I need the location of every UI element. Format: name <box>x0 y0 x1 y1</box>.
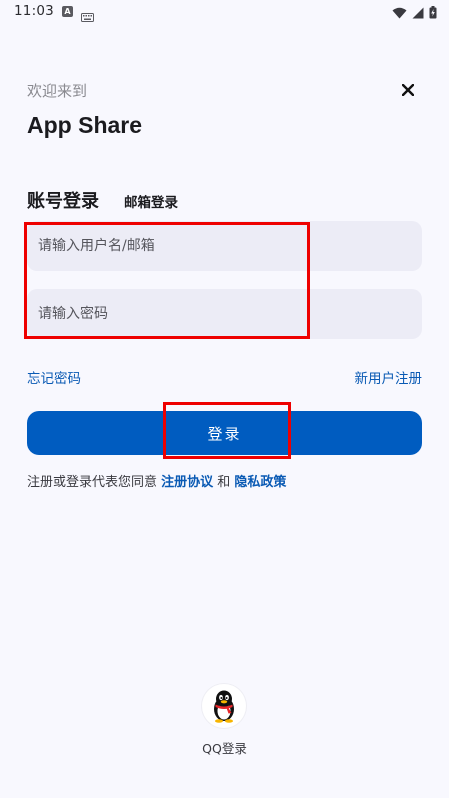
qq-login-button[interactable] <box>202 684 246 728</box>
tab-account-login[interactable]: 账号登录 <box>27 187 99 213</box>
battery-charging-icon <box>429 4 437 23</box>
username-input[interactable] <box>27 221 422 271</box>
forgot-password-link[interactable]: 忘记密码 <box>27 367 81 387</box>
keyboard-icon <box>81 7 94 26</box>
agreement-and: 和 <box>213 475 235 490</box>
cell-signal-icon <box>412 4 424 23</box>
status-indicators <box>392 4 437 23</box>
status-time: 11:03 <box>14 3 54 19</box>
agreement-prefix: 注册或登录代表您同意 <box>27 475 162 490</box>
login-button[interactable]: 登录 <box>27 411 422 455</box>
agreement-text: 注册或登录代表您同意 注册协议 和 隐私政策 <box>27 471 286 490</box>
close-icon <box>402 84 414 96</box>
tab-email-login[interactable]: 邮箱登录 <box>124 191 178 211</box>
close-button[interactable] <box>398 80 418 100</box>
terms-link[interactable]: 注册协议 <box>161 475 213 490</box>
privacy-policy-link[interactable]: 隐私政策 <box>234 475 286 490</box>
wifi-icon <box>392 4 407 23</box>
app-title: App Share <box>27 112 143 138</box>
status-bar: 11:03 A <box>0 0 449 24</box>
qq-login-label: QQ登录 <box>202 741 247 756</box>
new-user-register-link[interactable]: 新用户注册 <box>355 367 423 387</box>
password-input[interactable] <box>27 289 422 339</box>
notification-a-icon: A <box>62 6 73 17</box>
welcome-text: 欢迎来到 <box>27 82 88 100</box>
qq-penguin-icon <box>214 690 234 723</box>
